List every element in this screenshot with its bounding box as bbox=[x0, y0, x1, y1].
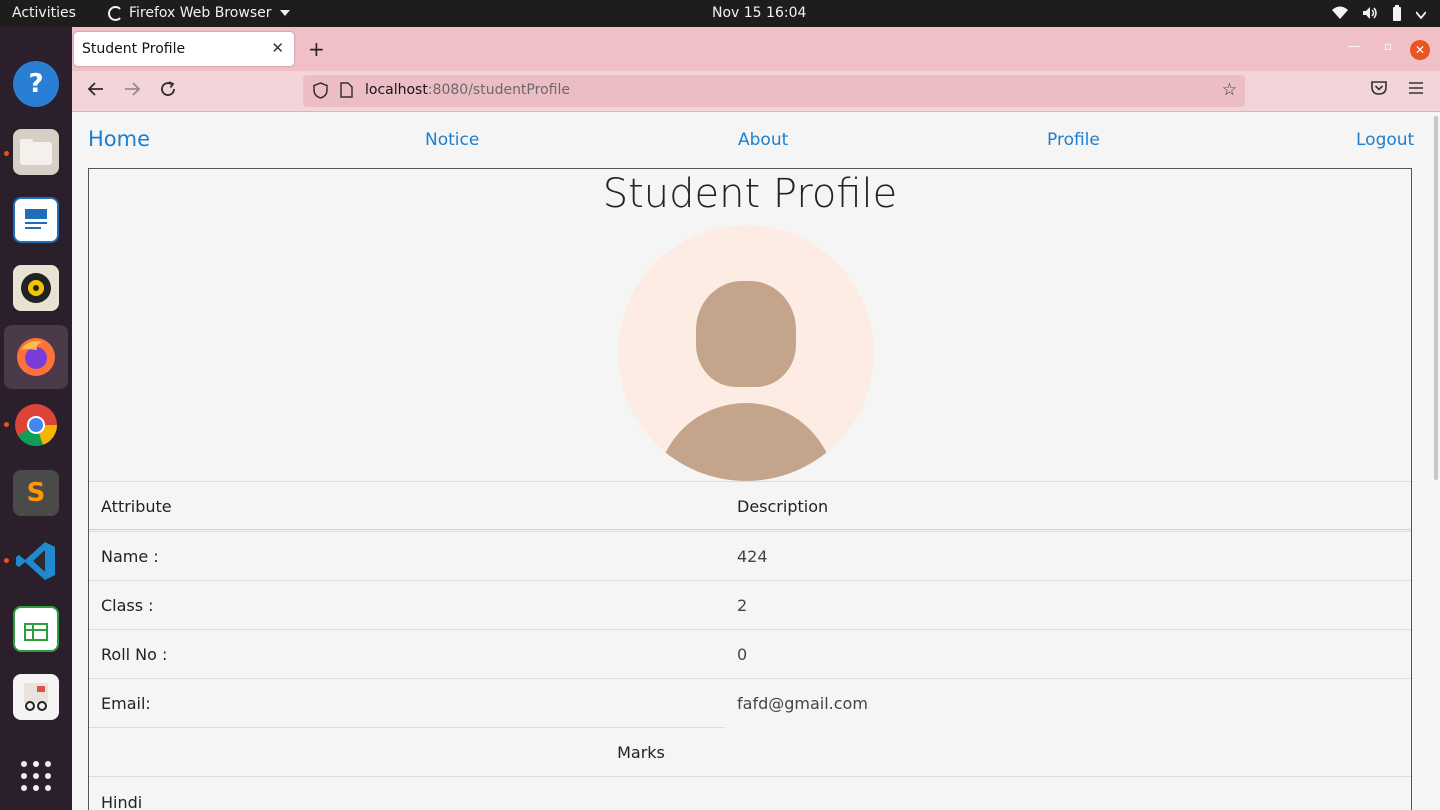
table-header-row: Attribute Description bbox=[89, 481, 1411, 530]
new-tab-button[interactable]: + bbox=[308, 37, 325, 61]
browser-tab[interactable]: Student Profile ✕ bbox=[74, 32, 294, 66]
row-label: Class : bbox=[101, 596, 154, 615]
dock: ? S bbox=[0, 27, 72, 810]
url-host: localhost bbox=[365, 82, 428, 98]
description-column-header: Description bbox=[737, 497, 829, 516]
url-text: localhost:8080/studentProfile bbox=[365, 82, 570, 98]
nav-notice-link[interactable]: Notice bbox=[425, 130, 479, 150]
shield-icon[interactable] bbox=[313, 82, 328, 103]
profile-card: Student Profile Attribute Description Na… bbox=[88, 168, 1412, 810]
scrollbar-thumb[interactable] bbox=[1434, 116, 1438, 480]
firefox-icon bbox=[108, 5, 123, 21]
table-row: Class : 2 bbox=[89, 580, 1411, 629]
page-scrollbar[interactable] bbox=[1432, 112, 1440, 810]
avatar-body bbox=[656, 403, 836, 481]
writer-icon bbox=[13, 197, 59, 243]
dock-vscode[interactable] bbox=[4, 529, 68, 593]
attribute-column-header: Attribute bbox=[101, 497, 172, 516]
maximize-button[interactable]: ▫ bbox=[1384, 39, 1392, 53]
nav-profile-link[interactable]: Profile bbox=[1047, 130, 1100, 150]
system-tray[interactable] bbox=[1332, 5, 1427, 25]
marks-section-header: Marks bbox=[89, 727, 1411, 776]
files-icon bbox=[13, 129, 59, 175]
dock-writer[interactable] bbox=[4, 188, 68, 252]
reload-button[interactable] bbox=[159, 80, 177, 103]
battery-icon bbox=[1392, 5, 1402, 25]
table-row: Hindi bbox=[89, 776, 1411, 810]
divider bbox=[725, 726, 1411, 728]
page-title: Student Profile bbox=[602, 171, 898, 217]
nav-logout-link[interactable]: Logout bbox=[1356, 130, 1414, 150]
pocket-button[interactable] bbox=[1370, 80, 1388, 101]
row-value: fafd@gmail.com bbox=[737, 694, 868, 713]
row-value: 2 bbox=[737, 596, 748, 615]
activities-button[interactable]: Activities bbox=[12, 5, 76, 21]
app-grid-icon bbox=[21, 761, 51, 791]
back-button[interactable] bbox=[87, 80, 105, 103]
marks-label: Marks bbox=[617, 743, 665, 762]
row-value: 424 bbox=[737, 547, 768, 566]
page-info-icon[interactable] bbox=[340, 82, 353, 102]
show-applications-button[interactable] bbox=[4, 744, 68, 808]
app-menu[interactable]: Firefox Web Browser bbox=[108, 5, 290, 21]
reload-icon bbox=[161, 81, 175, 96]
avatar bbox=[618, 225, 874, 481]
dock-files[interactable] bbox=[4, 120, 68, 184]
minimize-button[interactable]: — bbox=[1348, 39, 1360, 53]
pocket-icon bbox=[1371, 81, 1387, 95]
dock-document-viewer[interactable] bbox=[4, 665, 68, 729]
table-row: Name : 424 bbox=[89, 531, 1411, 580]
browser-tab-bar: Student Profile ✕ + — ▫ ✕ bbox=[72, 27, 1440, 71]
dock-sublime[interactable]: S bbox=[4, 461, 68, 525]
volume-icon bbox=[1362, 6, 1378, 24]
chevron-down-icon bbox=[279, 10, 290, 16]
rhythmbox-icon bbox=[13, 265, 59, 311]
forward-button[interactable] bbox=[123, 80, 141, 103]
vscode-icon bbox=[13, 538, 59, 584]
dock-rhythmbox[interactable] bbox=[4, 256, 68, 320]
subject-label: Hindi bbox=[101, 793, 143, 810]
dock-chrome[interactable] bbox=[4, 393, 68, 457]
row-label: Email: bbox=[101, 694, 151, 713]
hamburger-menu-icon bbox=[1409, 82, 1423, 94]
document-viewer-icon bbox=[13, 674, 59, 720]
tab-title: Student Profile bbox=[82, 41, 186, 57]
bookmark-star-icon[interactable]: ☆ bbox=[1222, 80, 1237, 100]
arrow-left-icon bbox=[87, 82, 103, 96]
dock-help[interactable]: ? bbox=[4, 52, 68, 116]
firefox-icon bbox=[13, 334, 59, 380]
calc-icon bbox=[13, 606, 59, 652]
app-menu-label: Firefox Web Browser bbox=[129, 5, 272, 21]
wifi-icon bbox=[1332, 6, 1348, 24]
chrome-icon bbox=[13, 402, 59, 448]
row-label: Name : bbox=[101, 547, 159, 566]
table-row: Roll No : 0 bbox=[89, 629, 1411, 678]
system-top-bar: Activities Firefox Web Browser Nov 15 16… bbox=[0, 0, 1440, 27]
row-value: 0 bbox=[737, 645, 748, 664]
browser-toolbar: localhost:8080/studentProfile ☆ bbox=[72, 71, 1440, 112]
table-row: Email: fafd@gmail.com bbox=[89, 678, 1411, 727]
dock-firefox[interactable] bbox=[4, 325, 68, 389]
url-path: :8080/studentProfile bbox=[427, 82, 570, 98]
address-bar[interactable]: localhost:8080/studentProfile ☆ bbox=[303, 75, 1245, 107]
clock[interactable]: Nov 15 16:04 bbox=[712, 5, 806, 21]
dock-calc[interactable] bbox=[4, 597, 68, 661]
menu-button[interactable] bbox=[1408, 80, 1424, 100]
sublime-text-icon: S bbox=[13, 470, 59, 516]
help-icon: ? bbox=[13, 61, 59, 107]
power-menu-icon bbox=[1415, 7, 1427, 23]
nav-home-link[interactable]: Home bbox=[88, 127, 150, 151]
row-label: Roll No : bbox=[101, 645, 168, 664]
site-navigation: Home Notice About Profile Logout bbox=[72, 112, 1428, 168]
close-tab-icon[interactable]: ✕ bbox=[271, 39, 284, 57]
avatar-head bbox=[696, 281, 796, 387]
web-page: Home Notice About Profile Logout Student… bbox=[72, 112, 1440, 810]
arrow-right-icon bbox=[125, 82, 141, 96]
close-window-button[interactable]: ✕ bbox=[1410, 40, 1430, 60]
nav-about-link[interactable]: About bbox=[738, 130, 788, 150]
